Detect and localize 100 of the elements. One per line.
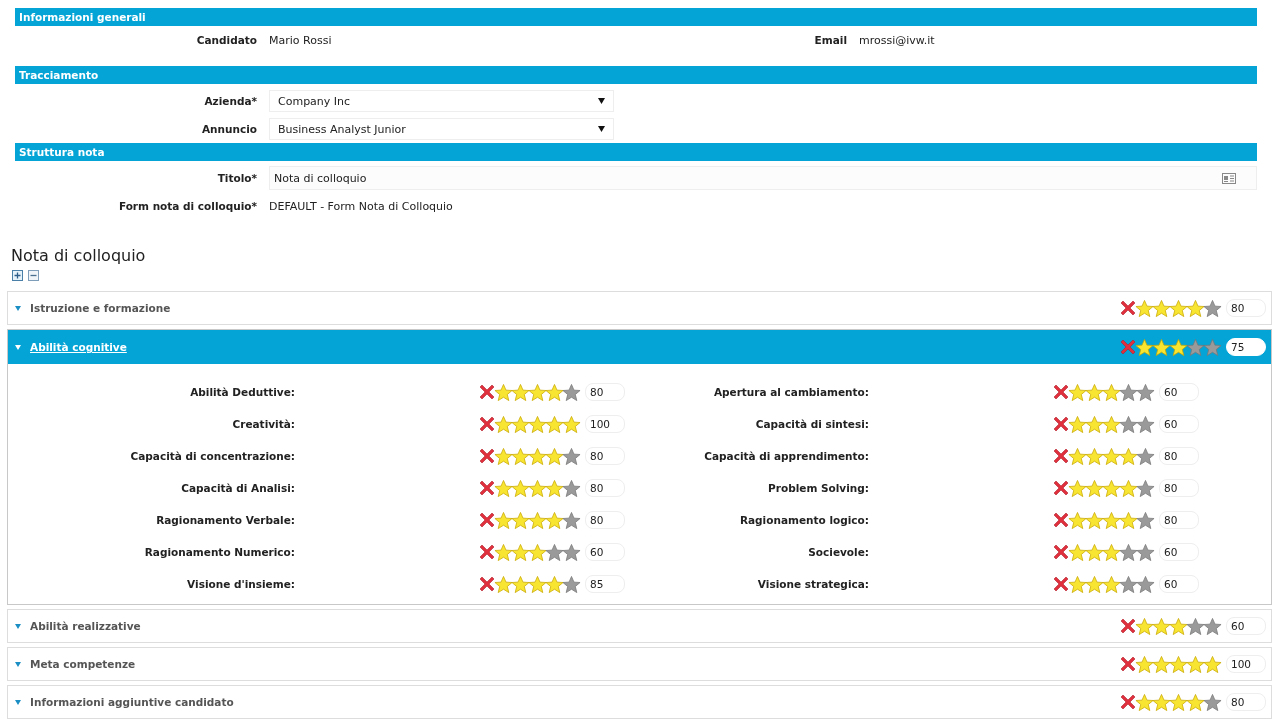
star-icon[interactable]	[1102, 382, 1121, 402]
star-icon[interactable]	[528, 382, 547, 402]
score-field[interactable]: 60	[1159, 383, 1199, 401]
star-icon[interactable]	[545, 446, 564, 466]
star-rating[interactable]	[494, 446, 579, 466]
star-icon[interactable]	[511, 510, 530, 530]
star-icon[interactable]	[1186, 654, 1205, 674]
star-rating[interactable]	[1135, 337, 1220, 357]
star-icon[interactable]	[1068, 382, 1087, 402]
score-field[interactable]: 80	[1159, 511, 1199, 529]
star-icon[interactable]	[1085, 414, 1104, 434]
star-icon[interactable]	[1152, 692, 1171, 712]
star-icon[interactable]	[528, 414, 547, 434]
star-icon[interactable]	[562, 510, 581, 530]
star-rating[interactable]	[1068, 446, 1153, 466]
star-icon[interactable]	[1169, 692, 1188, 712]
clear-rating-icon[interactable]	[1052, 415, 1070, 433]
star-rating[interactable]	[1068, 382, 1153, 402]
star-icon[interactable]	[1203, 298, 1222, 318]
star-icon[interactable]	[545, 478, 564, 498]
score-field[interactable]: 100	[1226, 655, 1266, 673]
score-field[interactable]: 60	[1159, 543, 1199, 561]
score-field[interactable]: 80	[1226, 299, 1266, 317]
star-icon[interactable]	[1068, 446, 1087, 466]
star-icon[interactable]	[545, 382, 564, 402]
star-icon[interactable]	[494, 478, 513, 498]
star-rating[interactable]	[1068, 414, 1153, 434]
score-field[interactable]: 80	[585, 383, 625, 401]
star-rating[interactable]	[494, 574, 579, 594]
star-icon[interactable]	[511, 542, 530, 562]
star-icon[interactable]	[1135, 692, 1154, 712]
score-field[interactable]: 80	[585, 479, 625, 497]
star-rating[interactable]	[494, 542, 579, 562]
expand-all-icon[interactable]	[12, 270, 23, 281]
star-icon[interactable]	[528, 446, 547, 466]
star-icon[interactable]	[528, 478, 547, 498]
star-icon[interactable]	[1152, 654, 1171, 674]
star-icon[interactable]	[1203, 616, 1222, 636]
clear-rating-icon[interactable]	[1052, 383, 1070, 401]
clear-rating-icon[interactable]	[1052, 543, 1070, 561]
star-icon[interactable]	[511, 414, 530, 434]
star-icon[interactable]	[545, 510, 564, 530]
collapse-all-icon[interactable]	[28, 270, 39, 281]
star-icon[interactable]	[545, 414, 564, 434]
star-rating[interactable]	[1135, 654, 1220, 674]
score-field[interactable]: 80	[585, 447, 625, 465]
card-icon[interactable]	[1222, 172, 1236, 184]
star-rating[interactable]	[1135, 298, 1220, 318]
star-icon[interactable]	[494, 542, 513, 562]
clear-rating-icon[interactable]	[478, 383, 496, 401]
star-icon[interactable]	[545, 542, 564, 562]
star-icon[interactable]	[494, 446, 513, 466]
score-field[interactable]: 60	[1226, 617, 1266, 635]
star-icon[interactable]	[1119, 510, 1138, 530]
star-icon[interactable]	[1169, 654, 1188, 674]
star-icon[interactable]	[562, 382, 581, 402]
star-icon[interactable]	[562, 414, 581, 434]
star-icon[interactable]	[1085, 574, 1104, 594]
accordion-header[interactable]: Abilità cognitive 75	[8, 330, 1271, 364]
clear-rating-icon[interactable]	[1052, 479, 1070, 497]
star-icon[interactable]	[494, 574, 513, 594]
star-icon[interactable]	[1135, 654, 1154, 674]
star-icon[interactable]	[562, 446, 581, 466]
star-icon[interactable]	[1135, 337, 1154, 357]
star-icon[interactable]	[1102, 510, 1121, 530]
star-icon[interactable]	[1119, 414, 1138, 434]
star-icon[interactable]	[1186, 337, 1205, 357]
star-icon[interactable]	[1102, 542, 1121, 562]
star-icon[interactable]	[528, 510, 547, 530]
star-icon[interactable]	[545, 574, 564, 594]
clear-rating-icon[interactable]	[1119, 338, 1137, 356]
score-field[interactable]: 80	[1226, 693, 1266, 711]
score-field[interactable]: 80	[585, 511, 625, 529]
star-icon[interactable]	[1152, 616, 1171, 636]
star-icon[interactable]	[1085, 446, 1104, 466]
star-icon[interactable]	[1068, 574, 1087, 594]
star-icon[interactable]	[1119, 478, 1138, 498]
star-icon[interactable]	[562, 478, 581, 498]
star-icon[interactable]	[1085, 382, 1104, 402]
score-field[interactable]: 60	[1159, 415, 1199, 433]
clear-rating-icon[interactable]	[478, 479, 496, 497]
star-icon[interactable]	[1068, 510, 1087, 530]
star-icon[interactable]	[1169, 616, 1188, 636]
star-icon[interactable]	[1068, 478, 1087, 498]
title-field[interactable]: Nota di colloquio	[269, 166, 1257, 190]
star-icon[interactable]	[1068, 542, 1087, 562]
star-rating[interactable]	[1068, 510, 1153, 530]
star-rating[interactable]	[494, 478, 579, 498]
star-rating[interactable]	[1135, 692, 1220, 712]
clear-rating-icon[interactable]	[1052, 511, 1070, 529]
star-icon[interactable]	[1102, 414, 1121, 434]
star-icon[interactable]	[494, 510, 513, 530]
star-icon[interactable]	[1085, 478, 1104, 498]
star-icon[interactable]	[1068, 414, 1087, 434]
star-icon[interactable]	[1102, 446, 1121, 466]
star-icon[interactable]	[1119, 542, 1138, 562]
star-icon[interactable]	[494, 382, 513, 402]
star-icon[interactable]	[1203, 654, 1222, 674]
star-icon[interactable]	[1085, 510, 1104, 530]
clear-rating-icon[interactable]	[1052, 575, 1070, 593]
